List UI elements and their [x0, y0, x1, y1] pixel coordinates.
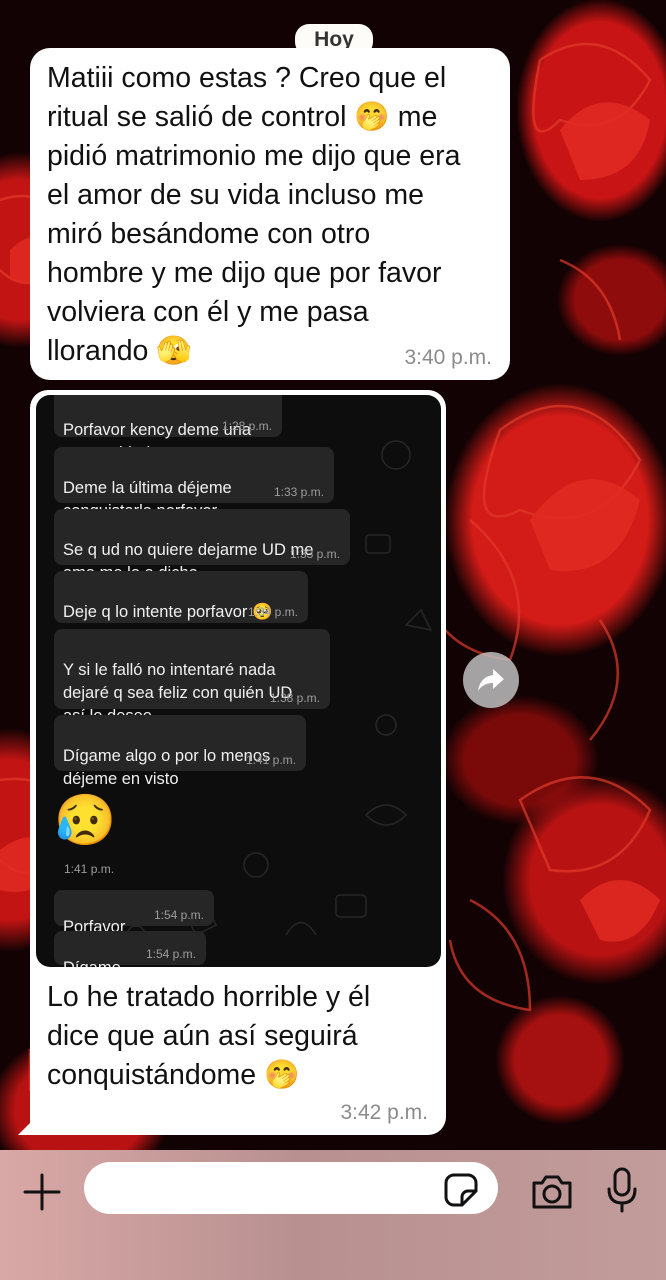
embedded-screenshot[interactable]: Porfavor kency deme una oportunidad 1:28…: [36, 395, 441, 967]
attach-button[interactable]: [22, 1172, 62, 1212]
image-message-bubble[interactable]: Porfavor kency deme una oportunidad 1:28…: [18, 390, 446, 1135]
message-bubble[interactable]: Matiii como estas ? Creo que el ritual s…: [30, 48, 510, 380]
message-text: Matiii como estas ? Creo que el ritual s…: [47, 62, 461, 367]
embedded-message: Porfavor 1:54 p.m.: [54, 890, 214, 936]
message-input[interactable]: [84, 1162, 498, 1214]
composer-bar: [0, 1150, 666, 1280]
embedded-message: Deje q lo intente porfavor 🥺 1:34 p.m.: [54, 571, 308, 623]
embedded-message-text: Deje q lo intente porfavor 🥺: [63, 603, 273, 621]
plus-icon: [23, 1173, 61, 1211]
embedded-message-time: 1:41 p.m.: [64, 862, 115, 876]
embedded-message-time: 1:28 p.m.: [221, 419, 272, 433]
sticker-icon: [444, 1173, 478, 1207]
embedded-message-text: Dígame: [63, 959, 121, 967]
embedded-message: Deme la última déjeme conquistarla porfa…: [54, 447, 334, 520]
embedded-message-time: 1:38 p.m.: [269, 691, 320, 705]
message-time: 3:40 p.m.: [404, 346, 492, 369]
embedded-message-time: 1:33 p.m.: [273, 485, 324, 499]
embedded-message-time: 1:41 p.m.: [245, 753, 296, 767]
embedded-message: Porfavor kency deme una oportunidad 1:28…: [54, 395, 282, 462]
embedded-message: Y si le falló no intentaré nada dejaré q…: [54, 629, 330, 725]
embedded-message: Dígame algo o por lo menos déjeme en vis…: [54, 715, 306, 788]
forward-icon: [478, 669, 504, 691]
embedded-message: Dígame 1:54 p.m.: [54, 931, 206, 967]
message-text: Lo he tratado horrible y él dice que aún…: [47, 981, 371, 1091]
camera-button[interactable]: [530, 1172, 574, 1212]
embedded-message-time: 1:54 p.m.: [145, 947, 196, 961]
embedded-message-time: 1:54 p.m.: [153, 908, 204, 922]
embedded-message-time: 1:33 p.m.: [289, 547, 340, 561]
camera-icon: [532, 1175, 572, 1209]
forward-button[interactable]: [463, 652, 519, 708]
embedded-message-time: 1:34 p.m.: [247, 605, 298, 619]
bubble-tail: [18, 1121, 32, 1135]
mic-icon: [607, 1167, 637, 1213]
embedded-message: Se q ud no quiere dejarme UD me ama me l…: [54, 509, 350, 582]
embedded-emoji-message: 😥: [54, 792, 117, 848]
mic-button[interactable]: [606, 1167, 638, 1215]
sticker-button[interactable]: [444, 1173, 478, 1207]
message-time: 3:42 p.m.: [340, 1101, 428, 1124]
